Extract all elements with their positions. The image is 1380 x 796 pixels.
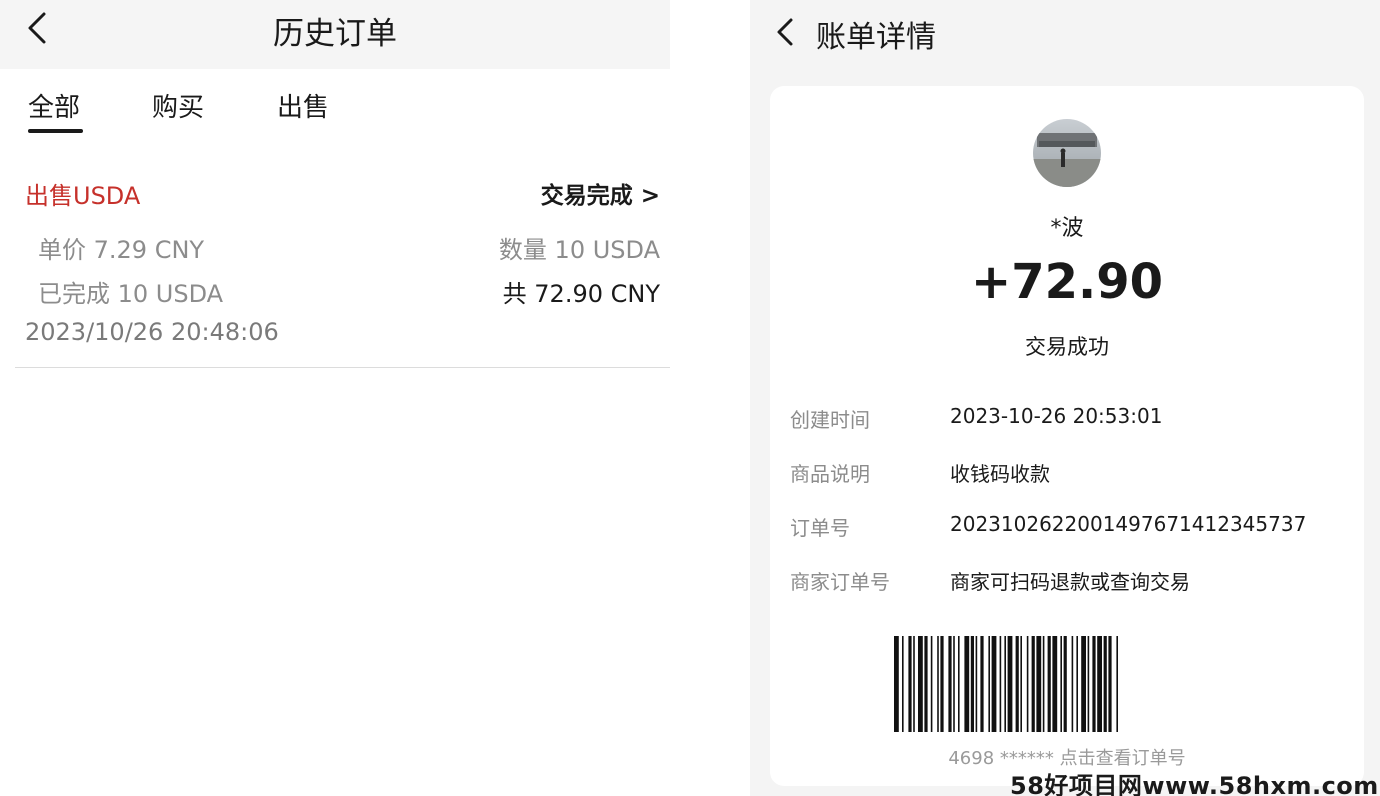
- detail-value: 2023-10-26 20:53:01: [950, 404, 1163, 428]
- avatar: [1033, 119, 1101, 187]
- order-item[interactable]: 出售USDA 交易完成 > 单价 7.29 CNY 数量 10 USDA 已完成…: [15, 160, 670, 368]
- barcode[interactable]: [894, 636, 1242, 732]
- detail-row-created-time: 创建时间 2023-10-26 20:53:01: [790, 404, 1350, 434]
- amount: +72.90: [970, 254, 1164, 310]
- detail-label: 商品说明: [790, 462, 870, 486]
- order-quantity: 数量 10 USDA: [498, 236, 660, 264]
- order-completed: 已完成 10 USDA: [38, 280, 224, 308]
- order-status-link[interactable]: 交易完成 >: [541, 176, 660, 210]
- detail-value: 2023102622001497671412345737: [950, 512, 1307, 536]
- order-total: 共 72.90 CNY: [502, 280, 660, 308]
- active-tab-indicator: [28, 129, 83, 133]
- detail-row-description: 商品说明 收钱码收款: [790, 458, 1350, 488]
- detail-value: 收钱码收款: [950, 462, 1050, 486]
- watermark: 58好项目网www.58hxm.com: [1010, 772, 1379, 796]
- detail-label: 创建时间: [790, 408, 870, 432]
- transaction-status: 交易成功: [1025, 335, 1109, 359]
- history-orders-screen: 历史订单 全部 购买 出售 出售USDA 交易完成 > 单价 7.29 CNY …: [0, 0, 670, 796]
- detail-label: 订单号: [790, 516, 850, 540]
- payer-name: *波: [1050, 216, 1084, 241]
- order-unit-price: 单价 7.29 CNY: [38, 236, 205, 264]
- chevron-left-icon[interactable]: [770, 14, 804, 50]
- panel-gap: [670, 0, 750, 796]
- order-type: 出售USDA: [25, 182, 141, 210]
- history-header: 历史订单: [0, 0, 670, 69]
- tab-sell[interactable]: 出售: [277, 87, 329, 124]
- order-time: 2023/10/26 20:48:06: [25, 318, 279, 346]
- order-tabs: 全部 购买 出售: [0, 69, 670, 139]
- page-title: 历史订单: [273, 16, 397, 52]
- detail-row-order-number: 订单号 2023102622001497671412345737: [790, 512, 1350, 542]
- bill-detail-screen: 账单详情 *波 +72.90 交易成功 创建时间 2023-10-26 20:5…: [750, 0, 1380, 796]
- tab-buy[interactable]: 购买: [152, 87, 204, 124]
- page-title: 账单详情: [816, 20, 936, 55]
- detail-value: 商家可扫码退款或查询交易: [950, 570, 1190, 594]
- tab-all[interactable]: 全部: [28, 87, 80, 124]
- detail-label: 商家订单号: [790, 570, 890, 594]
- bill-card: *波 +72.90 交易成功 创建时间 2023-10-26 20:53:01 …: [770, 86, 1364, 786]
- detail-row-merchant-order: 商家订单号 商家可扫码退款或查询交易: [790, 566, 1350, 596]
